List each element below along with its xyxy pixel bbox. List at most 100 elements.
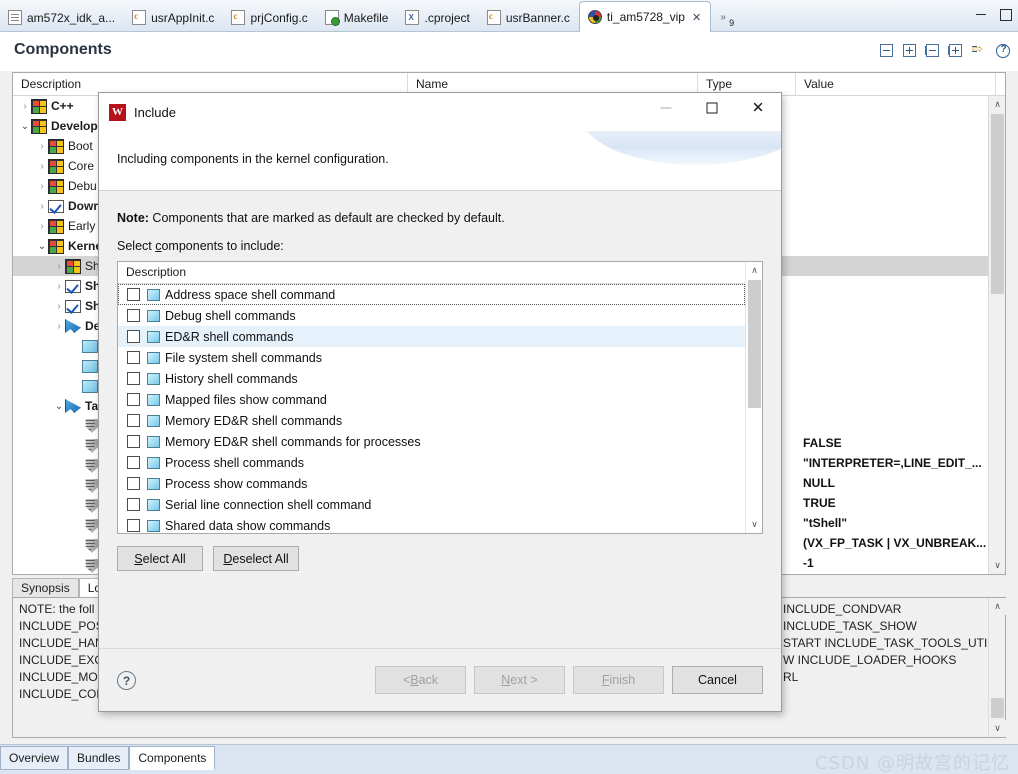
component-checkbox[interactable] (127, 288, 140, 301)
chevron-right-icon[interactable]: › (53, 281, 65, 292)
log-scrollbar-thumb[interactable] (991, 698, 1004, 718)
include-dialog: W Include ✕ Including components in the … (98, 92, 782, 712)
scrollbar-thumb[interactable] (991, 114, 1004, 294)
component-checkbox[interactable] (127, 351, 140, 364)
component-list-item[interactable]: Address space shell command (118, 284, 745, 305)
component-checkbox[interactable] (127, 477, 140, 490)
select-buttons: Select All Deselect All (117, 546, 763, 571)
button-accel: B (410, 673, 418, 687)
component-checkbox[interactable] (127, 435, 140, 448)
maximize-icon[interactable] (999, 8, 1012, 21)
list-scroll-up-icon[interactable]: ∧ (746, 262, 763, 279)
editor-tab-0[interactable]: am572x_idk_a... (0, 4, 124, 31)
component-checkbox[interactable] (127, 393, 140, 406)
minimize-icon[interactable] (975, 8, 988, 21)
box3d-icon (82, 380, 98, 393)
chevron-down-icon[interactable]: ⌄ (36, 241, 48, 252)
log-scroll-up-icon[interactable]: ∧ (989, 598, 1006, 615)
component-list-item[interactable]: ED&R shell commands (118, 326, 745, 347)
component-list-item[interactable]: Memory ED&R shell commands (118, 410, 745, 431)
dialog-close-icon[interactable]: ✕ (735, 93, 781, 123)
component-list-item[interactable]: Process show commands (118, 473, 745, 494)
close-icon[interactable]: ✕ (692, 11, 701, 24)
chevron-right-icon[interactable]: › (53, 301, 65, 312)
finish-button: Finish (573, 666, 664, 694)
chevron-right-icon[interactable]: › (36, 181, 48, 192)
help-icon[interactable] (996, 44, 1010, 58)
component-label: Process show commands (165, 477, 307, 491)
list-scroll-down-icon[interactable]: ∨ (746, 516, 763, 533)
chevron-right-icon[interactable]: › (36, 221, 48, 232)
component-list-item[interactable]: Mapped files show command (118, 389, 745, 410)
chevron-right-icon[interactable]: › (53, 321, 65, 332)
tab-overflow-button[interactable]: » 9 (711, 4, 740, 31)
component-list-item[interactable]: Debug shell commands (118, 305, 745, 326)
question-help-icon[interactable]: ? (117, 671, 136, 690)
component-list-item[interactable]: Shared data show commands (118, 515, 745, 536)
log-vertical-scrollbar[interactable]: ∧ ∨ (988, 598, 1005, 737)
tree-row-label: Early (68, 219, 95, 233)
dialog-title-bar: W Include ✕ (99, 93, 781, 131)
component-checkbox[interactable] (127, 414, 140, 427)
component-list-scrollbar[interactable]: ∧ ∨ (745, 262, 762, 533)
tree-value-cell: TRUE (803, 496, 988, 516)
vsb-project-icon (588, 10, 602, 24)
tree-value-cell: "INTERPRETER=,LINE_EDIT_... (803, 456, 988, 476)
page-tab-components[interactable]: Components (129, 746, 215, 770)
select-all-button[interactable]: Select All (117, 546, 203, 571)
chevron-right-icon[interactable]: › (53, 261, 65, 272)
component-checkbox[interactable] (127, 372, 140, 385)
collapse-one-icon[interactable] (880, 44, 894, 58)
component-box3d-icon (147, 499, 160, 511)
log-line: INCLUDE_TASK_SHOW (783, 619, 988, 636)
dialog-maximize-icon[interactable] (689, 93, 735, 123)
collapse-all-icon[interactable] (926, 44, 940, 58)
editor-tab-1[interactable]: usrAppInit.c (124, 4, 223, 31)
component-checkbox[interactable] (127, 309, 140, 322)
page-tab-bundles[interactable]: Bundles (68, 746, 129, 770)
component-list-item[interactable]: Memory ED&R shell commands for processes (118, 431, 745, 452)
chevron-right-icon[interactable]: › (19, 101, 31, 112)
tree-vertical-scrollbar[interactable]: ∧ ∨ (988, 96, 1005, 574)
list-scrollbar-thumb[interactable] (748, 280, 761, 408)
component-list-item[interactable]: Serial line connection shell command (118, 494, 745, 515)
component-list-item[interactable]: History shell commands (118, 368, 745, 389)
component-list-item[interactable]: File system shell commands (118, 347, 745, 368)
chevron-right-icon[interactable]: › (36, 201, 48, 212)
page-tab-overview[interactable]: Overview (0, 746, 68, 770)
tree-row-label: C++ (51, 99, 74, 113)
bottom-tab-synopsis[interactable]: Synopsis (12, 578, 79, 597)
editor-tab-label: am572x_idk_a... (27, 11, 115, 25)
editor-tab-5[interactable]: usrBanner.c (479, 4, 579, 31)
editor-tab-2[interactable]: prjConfig.c (223, 4, 316, 31)
check-icon (48, 200, 64, 213)
deselect-all-button[interactable]: Deselect All (213, 546, 299, 571)
expand-all-icon[interactable] (949, 44, 963, 58)
scroll-down-icon[interactable]: ∨ (989, 557, 1005, 574)
component-checkbox[interactable] (127, 330, 140, 343)
chevron-right-icon[interactable]: › (36, 141, 48, 152)
component-list-item[interactable]: Process shell commands (118, 452, 745, 473)
dialog-minimize-icon[interactable] (643, 93, 689, 123)
editor-tab-6[interactable]: ti_am5728_vip✕ (579, 1, 711, 32)
component-checkbox[interactable] (127, 498, 140, 511)
chevron-down-icon[interactable]: ⌄ (19, 121, 31, 132)
dialog-footer: ? < BackNext >FinishCancel (99, 649, 781, 711)
component-box3d-icon (147, 415, 160, 427)
component-checkbox[interactable] (127, 519, 140, 532)
component-checkbox[interactable] (127, 456, 140, 469)
editor-tab-3[interactable]: Makefile (317, 4, 398, 31)
scroll-up-icon[interactable]: ∧ (989, 96, 1005, 113)
component-box3d-icon (147, 331, 160, 343)
expand-one-icon[interactable] (903, 44, 917, 58)
chevron-right-icon[interactable]: › (36, 161, 48, 172)
chevron-down-icon[interactable]: ⌄ (53, 401, 65, 412)
cancel-button[interactable]: Cancel (672, 666, 763, 694)
tree-value-cell: -1 (803, 556, 988, 574)
log-scroll-down-icon[interactable]: ∨ (989, 720, 1006, 737)
component-box3d-icon (147, 457, 160, 469)
editor-tab-4[interactable]: .cproject (397, 4, 478, 31)
window-controls (975, 8, 1012, 21)
column-header-value[interactable]: Value (796, 73, 996, 96)
view-menu-icon[interactable] (972, 44, 987, 58)
